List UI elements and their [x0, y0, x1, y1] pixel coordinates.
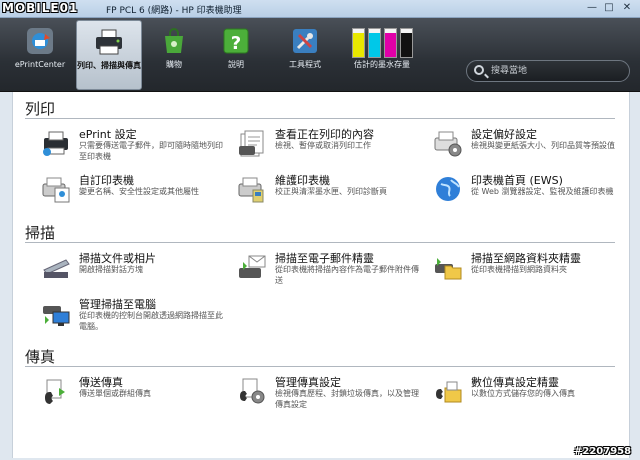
svg-text:?: ?	[231, 33, 241, 54]
preferences-gear-icon	[433, 128, 463, 158]
tab-label: ePrintCenter	[14, 60, 66, 69]
item-manage-fax-settings[interactable]: 管理傳真設定 檢視傳真歷程、封鎖垃圾傳真，以及管理傳真設定	[237, 374, 419, 418]
globe-icon	[433, 174, 463, 204]
eprint-printer-icon	[41, 128, 71, 158]
tab-label: 購物	[166, 60, 182, 69]
item-description: 檢視與變更紙張大小、列印品質等預設值	[471, 141, 615, 150]
item-digital-fax-setup-wizard[interactable]: 數位傳真設定精靈 以數位方式儲存您的傳入傳真	[433, 374, 615, 418]
section-title-print: 列印	[25, 100, 56, 118]
tools-icon	[290, 26, 320, 56]
ink-cartridge-black	[400, 28, 413, 58]
item-eprint-settings[interactable]: ePrint 設定 只需要傳送電子郵件，即可隨時隨地列印至印表機	[41, 126, 223, 170]
maximize-button[interactable]: □	[603, 2, 615, 14]
main-content: 列印 ePrint 設定 只需要傳送電子郵件，即可隨時隨地列印至印表機 查看正在…	[12, 92, 630, 458]
window-title: FP PCL 6 (網路) - HP 印表機助理	[106, 6, 242, 16]
search-icon[interactable]	[474, 65, 484, 75]
tab-ink-levels[interactable]: 估計的墨水存量	[346, 20, 418, 90]
item-manage-scan-to-computer[interactable]: 管理掃描至電腦 從印表機的控制台開啟透過網路掃描至此電腦。	[41, 296, 223, 340]
item-maintain-printer[interactable]: 維護印表機 校正與清潔墨水匣、列印診斷頁	[237, 172, 419, 216]
minimize-button[interactable]: —	[586, 2, 598, 14]
item-description: 從 Web 瀏覽器設定、監視及維護印表機	[471, 187, 614, 196]
scan-computer-icon	[41, 298, 71, 328]
tab-shopping[interactable]: 購物	[144, 20, 204, 90]
help-icon: ?	[221, 26, 251, 56]
item-description: 檢視傳真歷程、封鎖垃圾傳真，以及管理傳真設定	[275, 389, 419, 409]
tab-label: 估計的墨水存量	[354, 60, 410, 69]
close-button[interactable]: ✕	[621, 2, 633, 14]
tab-print-scan-fax[interactable]: 列印、掃描與傳真	[76, 20, 142, 90]
scanner-icon	[41, 252, 71, 282]
tab-label: 說明	[228, 60, 244, 69]
item-send-fax[interactable]: 傳送傳真 傳送單個或群組傳真	[41, 374, 223, 418]
watermark-logo: MOBILE01	[2, 1, 79, 15]
item-description: 從印表機掃描到網路資料夾	[471, 265, 567, 274]
item-description: 從印表機的控制台開啟透過網路掃描至此電腦。	[79, 311, 223, 331]
search-input[interactable]	[491, 64, 611, 78]
item-set-preferences[interactable]: 設定偏好設定 檢視與變更紙張大小、列印品質等預設值	[433, 126, 615, 170]
maintain-printer-icon	[237, 174, 267, 204]
print-queue-icon	[237, 128, 267, 158]
ribbon-toolbar: ePrintCenter 列印、掃描與傳真 購物 ? 說明 工具程式 估計的墨水…	[0, 18, 640, 92]
item-description: 校正與清潔墨水匣、列印診斷頁	[275, 187, 387, 196]
fax-settings-icon	[237, 376, 267, 406]
printer-icon	[94, 27, 124, 57]
watermark-id: #2207958	[574, 446, 632, 457]
title-bar: MOBILE01 FP PCL 6 (網路) - HP 印表機助理 — □ ✕	[0, 0, 640, 18]
section-title-fax: 傳真	[25, 348, 56, 366]
tab-tools[interactable]: 工具程式	[270, 20, 340, 90]
item-description: 開啟掃描對話方塊	[79, 265, 143, 274]
item-description: 以數位方式儲存您的傳入傳真	[471, 389, 575, 398]
tab-label: 工具程式	[289, 60, 321, 69]
ink-cartridge-magenta	[384, 28, 397, 58]
customize-printer-icon	[41, 174, 71, 204]
section-divider	[25, 242, 615, 243]
tab-label: 列印、掃描與傳真	[77, 61, 141, 70]
tab-help[interactable]: ? 說明	[206, 20, 266, 90]
item-scan-to-network-folder-wizard[interactable]: 掃描至網路資料夾精靈 從印表機掃描到網路資料夾	[433, 250, 615, 294]
item-description: 變更名稱、安全性設定或其他屬性	[79, 187, 199, 196]
item-see-whats-printing[interactable]: 查看正在列印的內容 檢視、暫停或取消列印工作	[237, 126, 419, 170]
item-description: 檢視、暫停或取消列印工作	[275, 141, 371, 150]
search-box[interactable]	[466, 60, 630, 82]
section-divider	[25, 118, 615, 119]
shopping-bag-icon	[159, 26, 189, 56]
item-printer-homepage-ews[interactable]: 印表機首頁 (EWS) 從 Web 瀏覽器設定、監視及維護印表機	[433, 172, 615, 216]
eprintcenter-icon	[25, 26, 55, 56]
item-scan-to-email-wizard[interactable]: 掃描至電子郵件精靈 從印表機將掃描內容作為電子郵件附件傳送	[237, 250, 419, 294]
scan-folder-icon	[433, 252, 463, 282]
fax-phone-icon	[41, 376, 71, 406]
item-description: 從印表機將掃描內容作為電子郵件附件傳送	[275, 265, 419, 285]
section-title-scan: 掃描	[25, 224, 56, 242]
digital-fax-icon	[433, 376, 463, 406]
ink-cartridge-cyan	[368, 28, 381, 58]
item-description: 只需要傳送電子郵件，即可隨時隨地列印至印表機	[79, 141, 223, 161]
section-divider	[25, 366, 615, 367]
tab-eprintcenter[interactable]: ePrintCenter	[8, 20, 72, 90]
item-scan-document-photo[interactable]: 掃描文件或相片 開啟掃描對話方塊	[41, 250, 223, 294]
ink-cartridge-yellow	[352, 28, 365, 58]
item-description: 傳送單個或群組傳真	[79, 389, 151, 398]
item-customize-printer[interactable]: 自訂印表機 變更名稱、安全性設定或其他屬性	[41, 172, 223, 216]
scan-email-icon	[237, 252, 267, 282]
